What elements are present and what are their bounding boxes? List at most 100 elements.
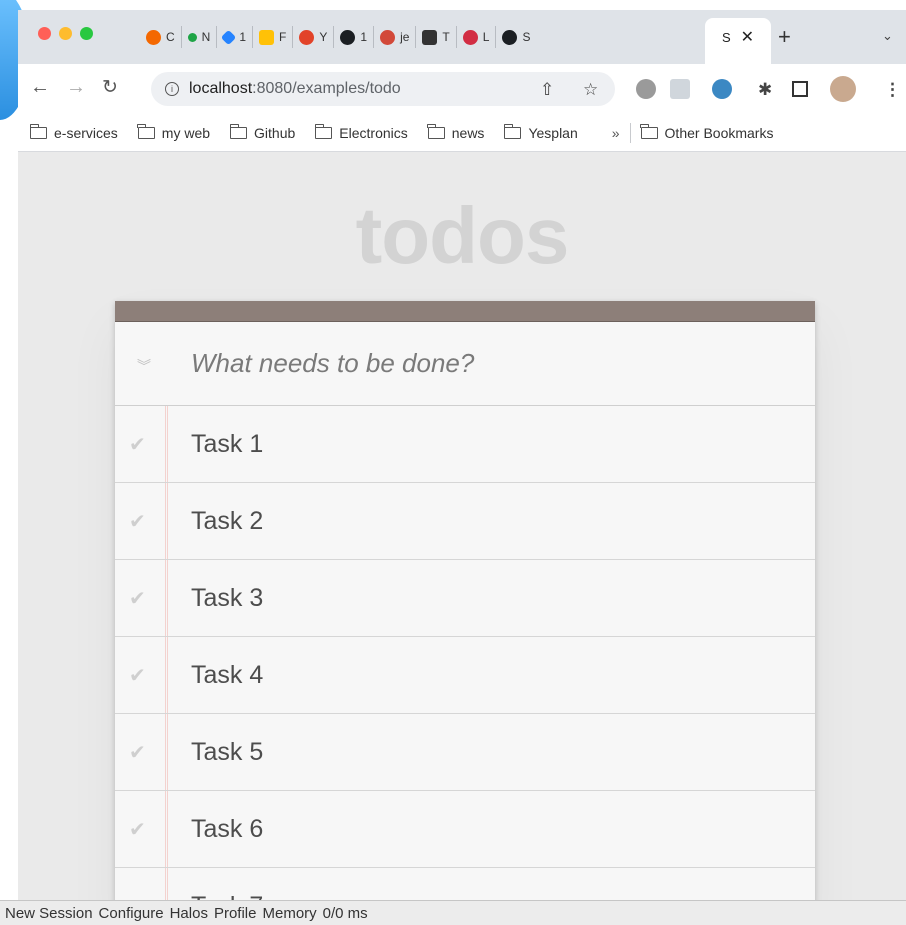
todo-label[interactable]: Task 5: [191, 738, 263, 767]
bookmark-label: Github: [254, 124, 296, 141]
bookmark-label: my web: [161, 124, 211, 141]
bookmark-label: e-services: [54, 124, 118, 141]
bookmark-label: news: [451, 124, 485, 141]
todo-label[interactable]: Task 3: [191, 584, 263, 613]
status-bar: New Session Configure Halos Profile Memo…: [0, 900, 906, 925]
tab-3[interactable]: F: [253, 26, 294, 48]
profile-link[interactable]: Profile: [214, 905, 257, 922]
github-icon: [502, 29, 518, 45]
url-host: localhost: [189, 80, 253, 97]
todo-item: ✔ Task 2: [115, 483, 815, 560]
kebab-menu-icon[interactable]: ⋮: [884, 80, 901, 100]
bookmarks-divider: [629, 122, 631, 143]
bookmark-my-web[interactable]: my web: [137, 123, 211, 141]
checkmark-icon[interactable]: ✔: [129, 740, 146, 765]
tab-label: T: [442, 30, 450, 44]
bookmark-other-bookmarks[interactable]: Other Bookmarks: [640, 123, 774, 141]
github-icon: [340, 29, 356, 45]
tab-7[interactable]: T: [416, 26, 457, 48]
active-tab-label: S: [721, 29, 731, 45]
info-icon[interactable]: i: [165, 82, 179, 96]
checkmark-icon[interactable]: ✔: [129, 432, 146, 457]
tab-9[interactable]: S: [496, 26, 536, 48]
bookmark-label: Electronics: [339, 124, 408, 141]
forward-arrow-icon[interactable]: →: [66, 76, 86, 99]
toggle-all-icon[interactable]: ︾: [137, 356, 151, 376]
bookmark-e-services[interactable]: e-services: [29, 123, 118, 141]
folder-icon: [29, 123, 47, 139]
checkmark-icon[interactable]: ✔: [129, 509, 146, 534]
extension-icon[interactable]: [670, 79, 690, 99]
sidebar-icon[interactable]: [792, 81, 808, 97]
app-title: todos: [355, 191, 570, 280]
password-manager-icon[interactable]: [712, 79, 732, 99]
todo-label[interactable]: Task 2: [191, 507, 263, 536]
bookmark-yesplan[interactable]: Yesplan: [503, 123, 578, 141]
todo-item: ✔ Task 5: [115, 714, 815, 791]
tab-label: Y: [319, 30, 328, 44]
tab-0[interactable]: C: [140, 26, 182, 48]
new-todo-row: ︾: [115, 322, 815, 406]
green-dot-icon: [187, 32, 197, 42]
avatar[interactable]: [830, 76, 856, 102]
todo-item: ✔ Task 1: [115, 406, 815, 483]
url-path: :8080/examples/todo: [252, 80, 401, 97]
folder-icon: [314, 123, 333, 139]
todo-item: ✔ Task 4: [115, 637, 815, 714]
halos-link[interactable]: Halos: [170, 905, 208, 922]
tab-2[interactable]: 1: [217, 26, 254, 48]
todo-app: ︾ ✔ Task 1 ✔ Task 2 ✔ Task 3 ✔ Task 4 ✔ …: [115, 301, 815, 900]
star-icon[interactable]: ☆: [583, 80, 598, 100]
new-todo-input[interactable]: [191, 348, 791, 379]
tab-label: S: [522, 30, 531, 44]
jenkins-icon: [380, 29, 396, 45]
checkmark-icon[interactable]: ✔: [129, 586, 146, 611]
tab-label: je: [400, 30, 410, 44]
window-controls: [38, 27, 93, 41]
todo-label[interactable]: Task 4: [191, 661, 263, 690]
tab-label: 1: [360, 30, 368, 44]
todo-item: ✔ Task 3: [115, 560, 815, 637]
back-arrow-icon[interactable]: ←: [30, 76, 50, 99]
new-session-link[interactable]: New Session: [5, 905, 93, 922]
tab-8[interactable]: L: [457, 26, 497, 48]
tab-label: L: [482, 30, 490, 44]
settings-extension-icon[interactable]: [636, 79, 656, 99]
jira-icon: [221, 29, 237, 45]
todo-label[interactable]: Task 7: [191, 892, 263, 901]
bookmark-github[interactable]: Github: [229, 123, 296, 141]
close-tab-icon[interactable]: ✕: [741, 27, 754, 47]
tab-label: N: [201, 30, 211, 44]
bookmarks-overflow-button[interactable]: »: [612, 125, 620, 141]
tab-label: F: [279, 30, 287, 44]
todo-label[interactable]: Task 6: [191, 815, 263, 844]
reload-icon[interactable]: ↻: [102, 76, 118, 99]
todo-label[interactable]: Task 1: [191, 430, 263, 459]
tab-4[interactable]: Y: [293, 26, 335, 48]
browser-toolbar: ← → ↻ i localhost:8080/examples/todo ⇧ ☆…: [18, 64, 906, 114]
tab-6[interactable]: je: [374, 26, 417, 48]
share-icon[interactable]: ⇧: [540, 80, 554, 100]
new-tab-button[interactable]: +: [778, 24, 791, 50]
memory-link[interactable]: Memory: [262, 905, 316, 922]
configure-link[interactable]: Configure: [99, 905, 164, 922]
puzzle-icon[interactable]: ✱: [758, 80, 772, 100]
chevron-down-icon[interactable]: ⌄: [882, 28, 893, 44]
minimize-window-button[interactable]: [59, 27, 72, 40]
app-header-bar: [115, 301, 815, 322]
folder-icon: [229, 123, 248, 139]
bookmark-label: Yesplan: [528, 124, 578, 141]
bookmarks-bar: e-services my web Github Electronics new…: [18, 114, 906, 152]
maximize-window-button[interactable]: [80, 27, 93, 40]
folder-icon: [427, 123, 445, 139]
tab-1[interactable]: N: [182, 26, 218, 48]
folder-icon: [137, 123, 155, 139]
tab-5[interactable]: 1: [334, 26, 375, 48]
checkmark-icon[interactable]: ✔: [129, 663, 146, 688]
bookmark-electronics[interactable]: Electronics: [314, 123, 408, 141]
active-tab[interactable]: S ✕: [705, 18, 771, 64]
checkmark-icon[interactable]: ✔: [129, 817, 146, 842]
bookmark-news[interactable]: news: [427, 123, 485, 141]
bookmark-label: Other Bookmarks: [664, 124, 774, 141]
close-window-button[interactable]: [38, 27, 51, 40]
